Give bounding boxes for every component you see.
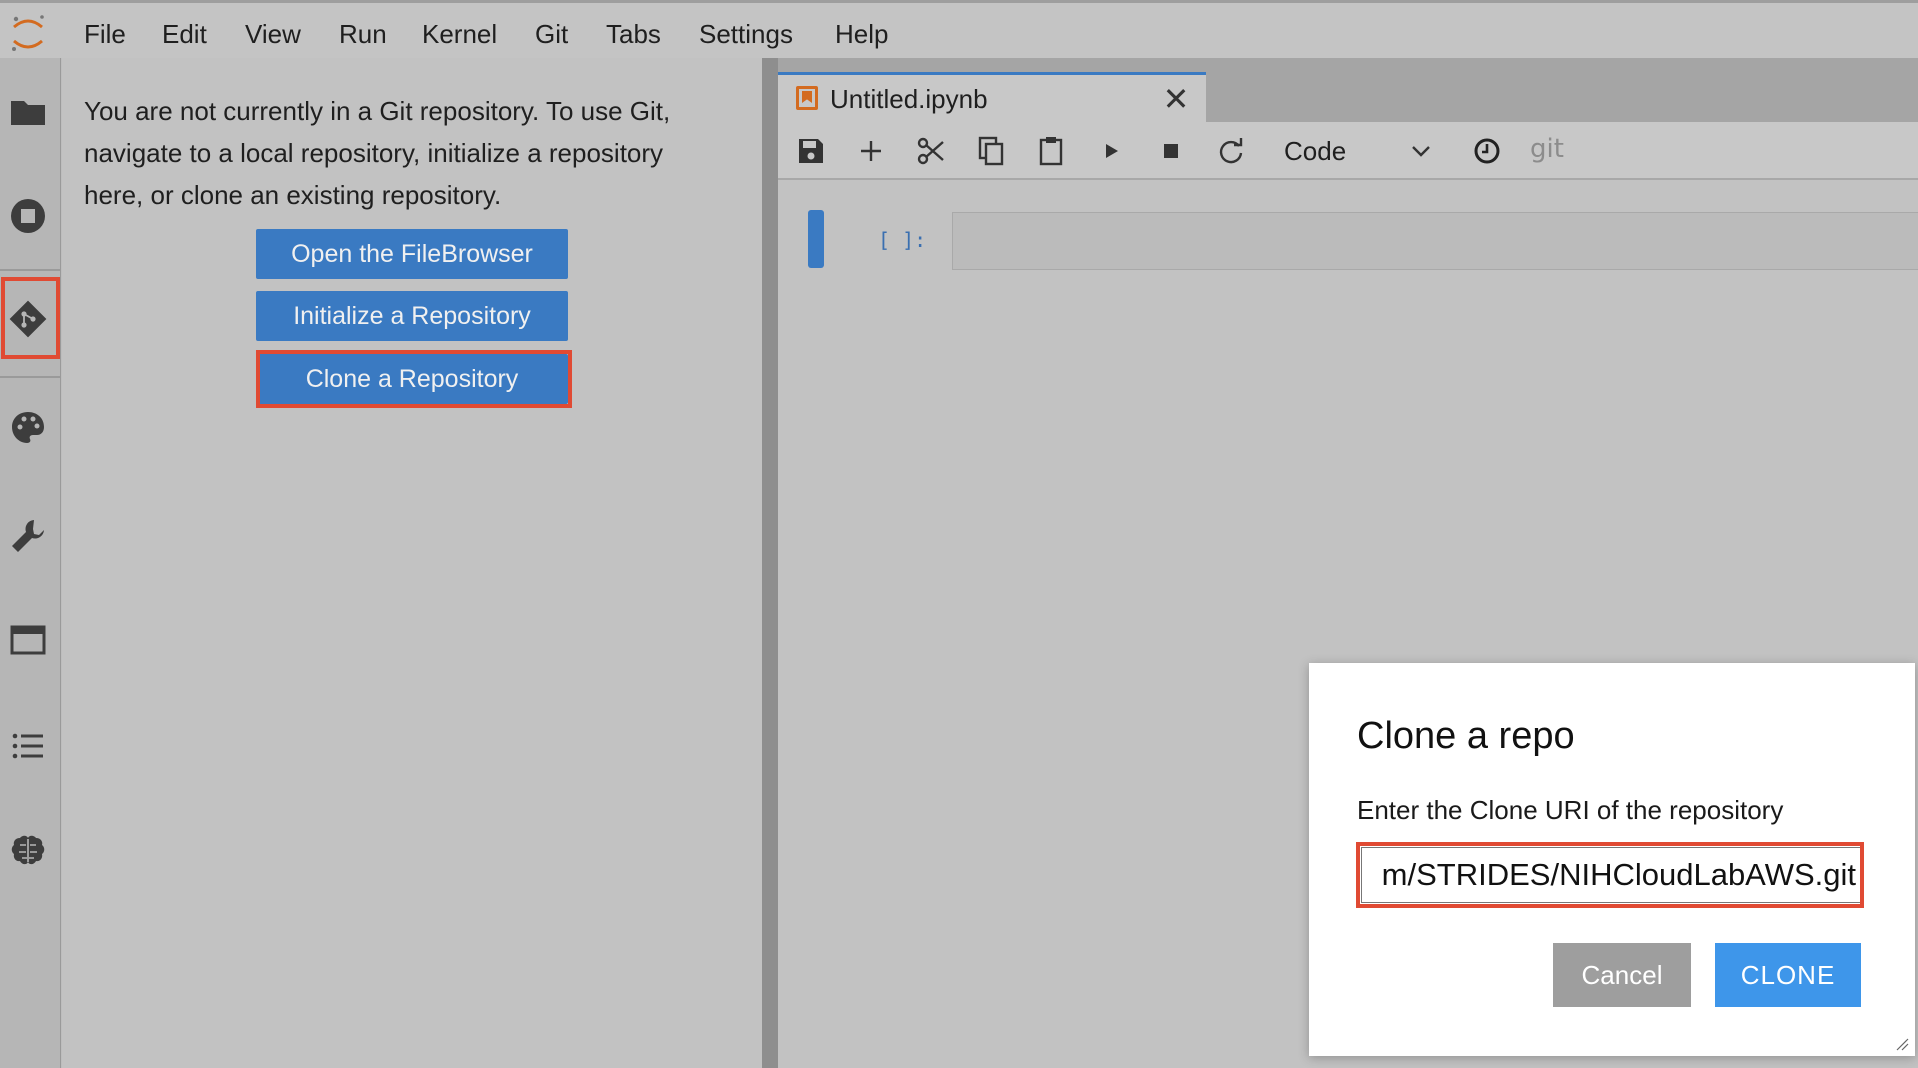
menu-settings[interactable]: Settings [699,19,793,50]
stop-circle-icon[interactable] [8,196,48,236]
jupyter-logo-icon[interactable] [6,11,50,55]
tab-window-icon[interactable] [8,620,48,660]
notebook-tab[interactable]: Untitled.ipynb ✕ [778,72,1206,122]
menu-kernel[interactable]: Kernel [422,19,497,50]
chevron-down-icon[interactable] [1408,138,1434,164]
dialog-title: Clone a repo [1357,715,1575,757]
activity-bar [0,58,61,1068]
clone-repository-button[interactable]: Clone a Repository [256,354,568,404]
menu-view[interactable]: View [245,19,301,50]
list-icon[interactable] [8,726,48,766]
notebook-icon [796,86,818,110]
dialog-label: Enter the Clone URI of the repository [1357,795,1784,825]
code-cell-input[interactable] [952,212,1918,270]
activity-separator [0,269,60,271]
save-icon[interactable] [794,134,828,168]
notebook-toolbar: Code git [778,122,1918,180]
cell-collapser[interactable] [808,210,824,268]
menu-run[interactable]: Run [339,19,387,50]
git-status-message: You are not currently in a Git repositor… [84,96,671,210]
activity-separator [0,376,60,378]
menu-tabs[interactable]: Tabs [606,19,661,50]
open-filebrowser-button[interactable]: Open the FileBrowser [256,229,568,279]
stop-icon[interactable] [1154,134,1188,168]
tab-bar: Untitled.ipynb ✕ [778,58,1918,122]
cut-icon[interactable] [914,134,948,168]
initialize-repository-button[interactable]: Initialize a Repository [256,291,568,341]
add-cell-icon[interactable] [854,134,888,168]
git-tab-highlight [1,277,60,359]
restart-icon[interactable] [1214,134,1248,168]
git-diff-button[interactable]: git [1530,134,1564,164]
tab-title: Untitled.ipynb [830,84,988,114]
menu-git[interactable]: Git [535,19,568,50]
copy-icon[interactable] [974,134,1008,168]
extension-brain-icon[interactable] [8,830,48,870]
menu-bar: File Edit View Run Kernel Git Tabs Setti… [0,0,1918,58]
clone-uri-input[interactable] [1361,847,1861,903]
clone-dialog: Clone a repo Enter the Clone URI of the … [1309,663,1915,1056]
run-icon[interactable] [1094,134,1128,168]
cancel-button[interactable]: Cancel [1553,943,1691,1007]
resize-grip-icon[interactable] [1893,1035,1909,1051]
paste-icon[interactable] [1034,134,1068,168]
close-icon[interactable]: ✕ [1158,81,1194,117]
menu-file[interactable]: File [84,19,126,50]
clock-icon[interactable] [1470,134,1504,168]
cell-prompt: [ ]: [878,228,927,252]
git-panel: You are not currently in a Git repositor… [62,58,762,1068]
folder-icon[interactable] [8,92,48,132]
palette-icon[interactable] [8,408,48,448]
panel-splitter[interactable] [762,58,778,1068]
clone-button[interactable]: CLONE [1715,943,1861,1007]
wrench-icon[interactable] [8,516,48,556]
menu-edit[interactable]: Edit [162,19,207,50]
menu-help[interactable]: Help [835,19,888,50]
